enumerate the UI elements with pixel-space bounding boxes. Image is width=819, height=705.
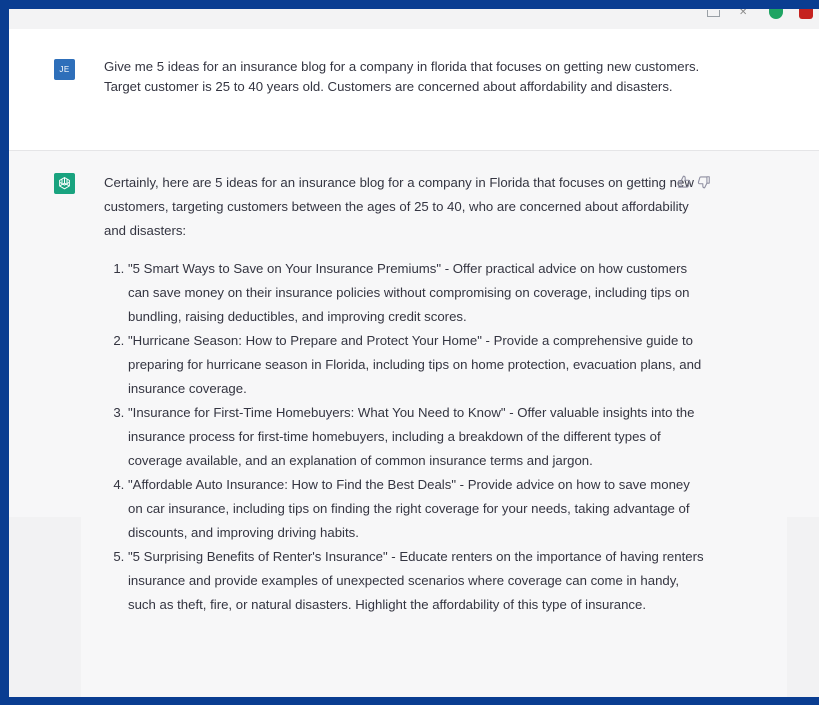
star-icon[interactable]: ✕ — [739, 9, 749, 17]
assistant-message-row: Certainly, here are 5 ideas for an insur… — [9, 151, 819, 697]
thumbs-down-icon[interactable] — [697, 175, 711, 189]
extension-green-icon[interactable] — [769, 9, 783, 19]
list-item: "5 Surprising Benefits of Renter's Insur… — [128, 545, 704, 617]
chat-window: ✕ JE Give me 5 ideas for an insurance bl… — [9, 9, 819, 697]
extension-red-icon[interactable] — [799, 9, 813, 19]
list-item: "5 Smart Ways to Save on Your Insurance … — [128, 257, 704, 329]
page-background-band — [9, 517, 81, 697]
idea-list: "5 Smart Ways to Save on Your Insurance … — [104, 257, 704, 617]
user-message-row: JE Give me 5 ideas for an insurance blog… — [9, 29, 819, 151]
list-item: "Affordable Auto Insurance: How to Find … — [128, 473, 704, 545]
screenshot-icon[interactable] — [707, 10, 720, 17]
assistant-intro: Certainly, here are 5 ideas for an insur… — [104, 175, 694, 238]
user-avatar: JE — [54, 59, 75, 80]
openai-logo-icon — [54, 173, 75, 194]
page-background-band — [787, 517, 819, 697]
browser-extension-icons: ✕ — [699, 9, 819, 29]
feedback-buttons — [675, 175, 725, 191]
list-item: "Insurance for First-Time Homebuyers: Wh… — [128, 401, 704, 473]
list-item: "Hurricane Season: How to Prepare and Pr… — [128, 329, 704, 401]
thumbs-up-icon[interactable] — [677, 175, 691, 189]
browser-toolbar-strip: ✕ — [9, 9, 819, 30]
user-message-text: Give me 5 ideas for an insurance blog fo… — [104, 59, 700, 94]
assistant-message-text: Certainly, here are 5 ideas for an insur… — [104, 171, 704, 617]
